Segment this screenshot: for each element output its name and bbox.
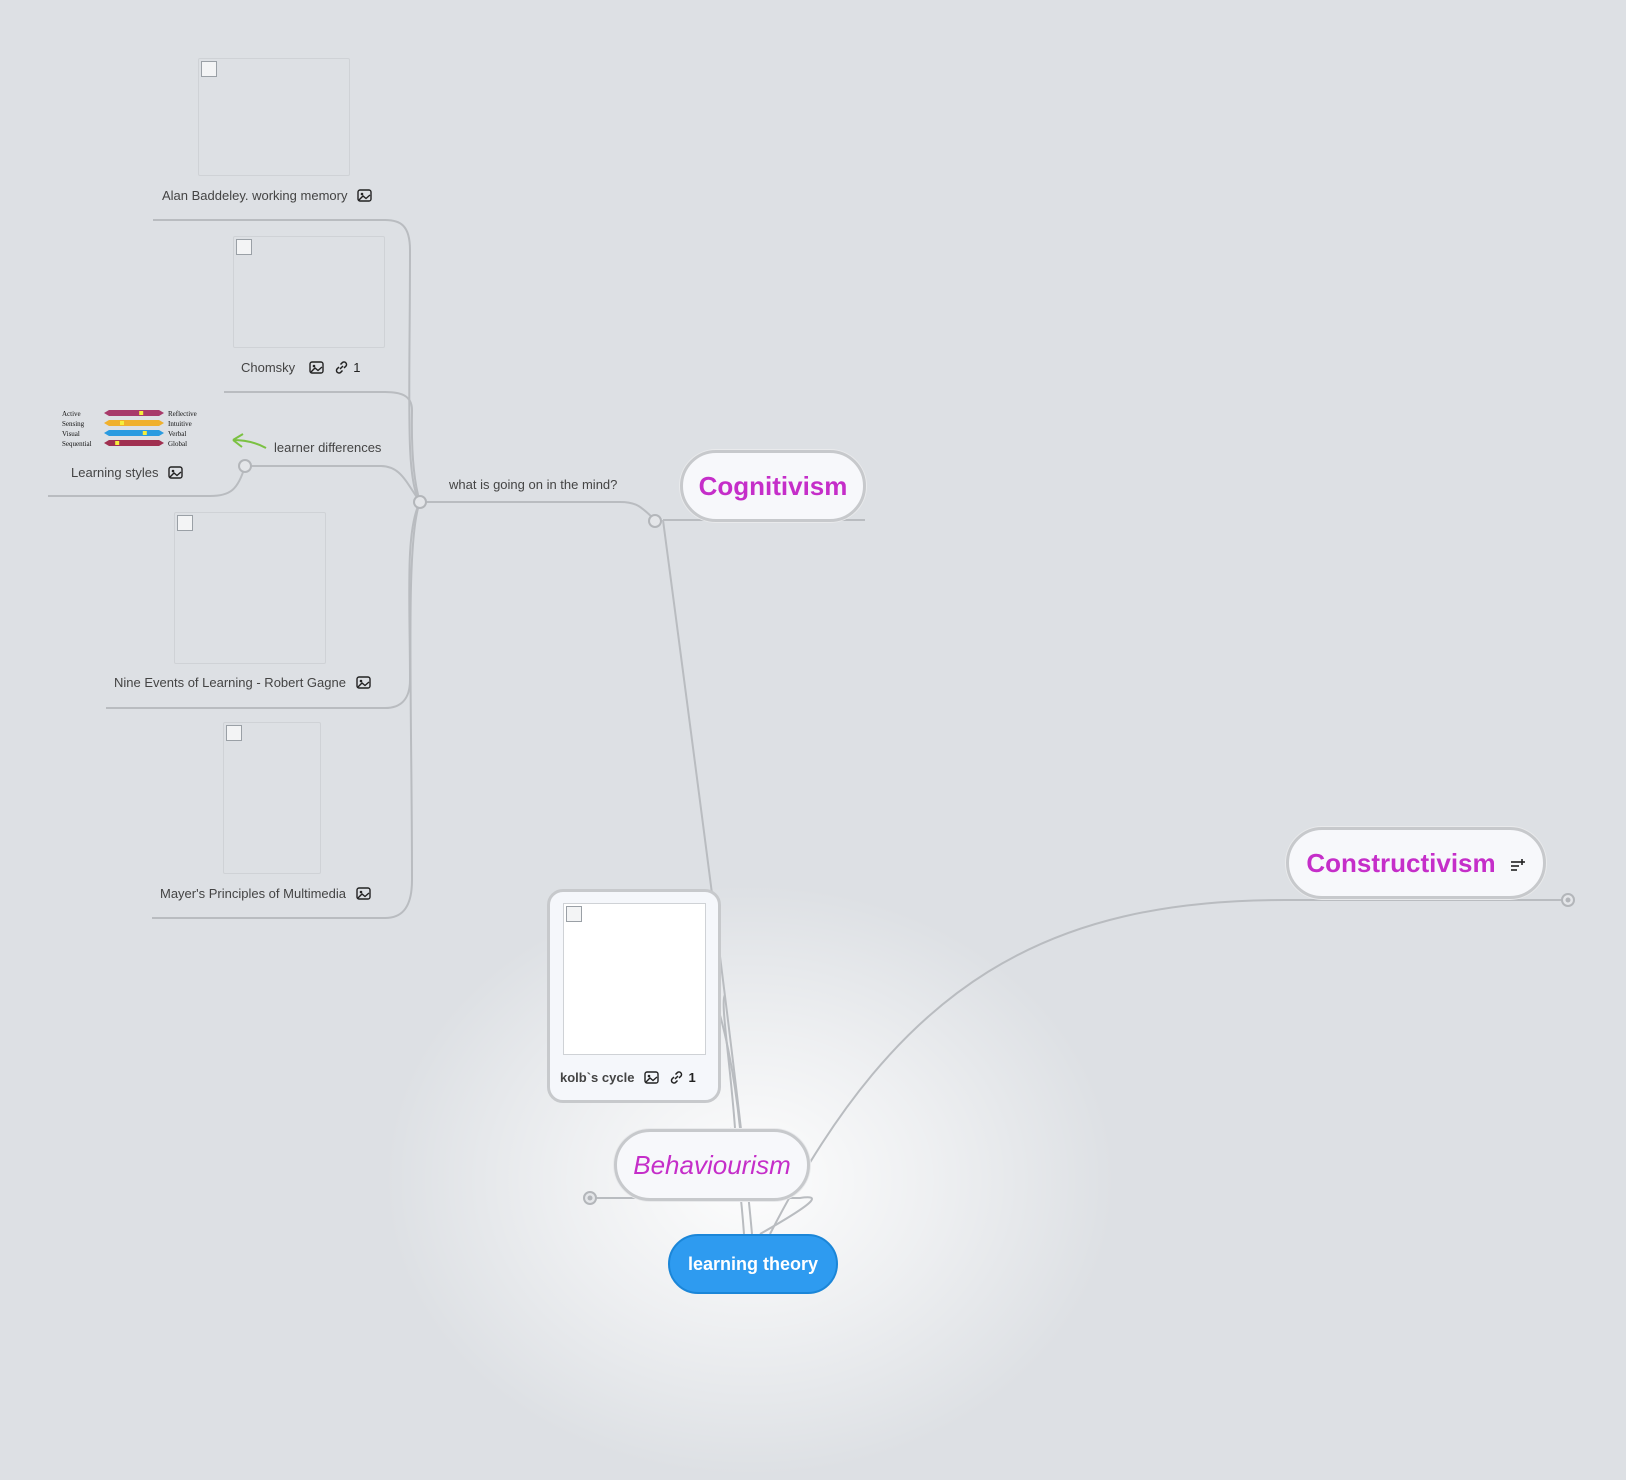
image-chomsky[interactable] xyxy=(233,236,385,348)
topic-behaviourism-label: Behaviourism xyxy=(633,1149,791,1180)
style-left-label: Sequential xyxy=(62,440,92,448)
node-baddeley[interactable]: Alan Baddeley. working memory xyxy=(162,188,373,203)
node-mayer-label: Mayer's Principles of Multimedia xyxy=(160,886,346,901)
broken-image-icon xyxy=(236,239,252,255)
topic-constructivism-label: Constructivism xyxy=(1306,847,1496,878)
link-central-constructivism xyxy=(769,899,1570,1235)
style-right-label: Verbal xyxy=(168,430,186,438)
node-learning-styles[interactable]: Learning styles xyxy=(71,465,184,480)
topic-constructivism[interactable]: Constructivism xyxy=(1286,827,1546,899)
link-icon[interactable]: 1 xyxy=(669,1070,696,1085)
broken-image-icon xyxy=(177,515,193,531)
topic-cognitivism[interactable]: Cognitivism xyxy=(680,450,866,522)
style-bar xyxy=(104,410,164,416)
image-kolb[interactable] xyxy=(563,903,706,1055)
learning-styles-image[interactable]: Active Reflective Sensing Intuitive Visual Ve… xyxy=(60,408,210,454)
central-topic-label: learning theory xyxy=(687,1253,819,1274)
link-icon[interactable]: 1 xyxy=(334,360,360,375)
image-icon[interactable] xyxy=(309,361,324,374)
link-count: 1 xyxy=(353,360,361,375)
style-bar xyxy=(104,430,164,436)
kolb-label: kolb`s cycle xyxy=(560,1070,635,1085)
node-learning-styles-label: Learning styles xyxy=(71,465,159,480)
image-baddeley[interactable] xyxy=(198,58,350,176)
hub-learner-diff xyxy=(238,459,252,473)
topic-behaviourism[interactable]: Behaviourism xyxy=(614,1129,810,1201)
branch-label-mind[interactable]: what is going on in the mind? xyxy=(449,477,617,492)
style-marker xyxy=(142,431,147,435)
style-bar xyxy=(104,420,164,426)
style-marker xyxy=(115,441,120,445)
broken-image-icon xyxy=(566,906,582,922)
central-topic[interactable]: learning theory xyxy=(668,1234,838,1294)
image-gagne[interactable] xyxy=(174,512,326,664)
node-gagne-label: Nine Events of Learning - Robert Gagne xyxy=(114,675,346,690)
note-icon[interactable] xyxy=(1510,848,1526,879)
link-cognitivism-mind xyxy=(420,501,657,522)
topic-cognitivism-label: Cognitivism xyxy=(698,470,848,501)
image-mayer[interactable] xyxy=(223,722,321,874)
node-chomsky[interactable]: Chomsky 1 xyxy=(241,360,360,375)
image-icon[interactable] xyxy=(356,676,371,689)
image-icon[interactable] xyxy=(168,466,184,479)
node-mayer[interactable]: Mayer's Principles of Multimedia xyxy=(160,886,371,901)
style-right-label: Global xyxy=(168,440,187,448)
broken-image-icon xyxy=(226,725,242,741)
image-icon[interactable] xyxy=(357,189,373,202)
node-chomsky-label: Chomsky xyxy=(241,360,296,375)
image-icon[interactable] xyxy=(644,1071,660,1084)
mindmap-canvas: Cognitivism Constructivism Behaviourism … xyxy=(0,0,1626,1480)
branch-hub-cognitivism xyxy=(413,495,427,509)
style-right-label: Reflective xyxy=(168,410,197,418)
hub-cognitivism xyxy=(648,514,662,528)
style-bar xyxy=(104,440,164,446)
style-marker xyxy=(120,421,124,425)
link-count: 1 xyxy=(688,1070,696,1085)
node-baddeley-label: Alan Baddeley. working memory xyxy=(162,188,348,203)
style-left-label: Visual xyxy=(62,430,80,438)
kolb-caption: kolb`s cycle 1 xyxy=(560,1070,696,1085)
node-kolb-cycle[interactable]: kolb`s cycle 1 xyxy=(547,889,721,1103)
broken-image-icon xyxy=(201,61,217,77)
link-child-learner-diff xyxy=(245,465,421,503)
style-left-label: Sensing xyxy=(62,420,85,428)
node-gagne[interactable]: Nine Events of Learning - Robert Gagne xyxy=(114,675,371,690)
style-marker xyxy=(139,411,144,415)
node-learner-differences[interactable]: learner differences xyxy=(274,440,381,455)
style-right-label: Intuitive xyxy=(168,420,192,428)
style-left-label: Active xyxy=(62,410,81,418)
image-icon[interactable] xyxy=(356,887,371,900)
link-central-cognitivism xyxy=(662,519,753,1235)
